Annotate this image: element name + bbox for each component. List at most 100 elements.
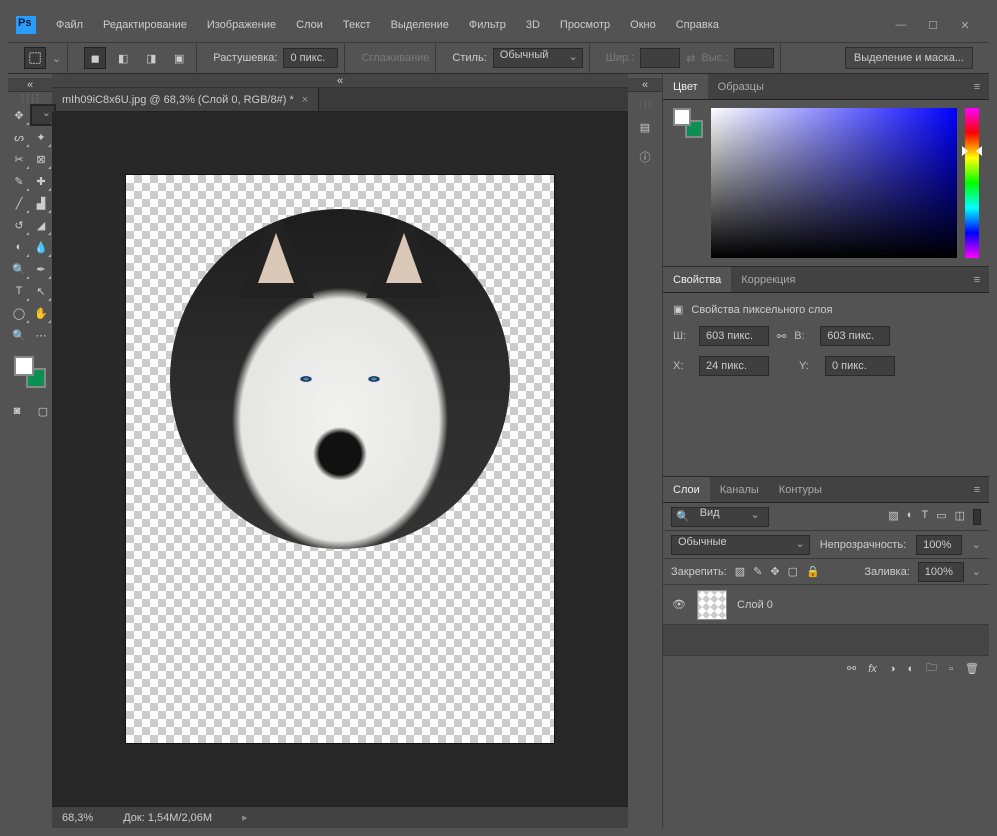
link-wh-icon[interactable]: ⚯ — [777, 330, 786, 343]
eyedropper-tool[interactable]: ✎ — [8, 170, 30, 192]
lock-transparent-icon[interactable]: ▨ — [735, 565, 745, 578]
menu-select[interactable]: Выделение — [383, 16, 457, 34]
filter-smart-icon[interactable]: ◫ — [955, 509, 965, 525]
stamp-tool[interactable]: ▟ — [30, 192, 52, 214]
color-field[interactable] — [711, 108, 957, 258]
delete-layer-icon[interactable]: 🗑 — [965, 662, 979, 675]
tab-color[interactable]: Цвет — [663, 74, 708, 99]
move-tool[interactable]: ✥ — [8, 104, 30, 126]
tools-collapse-icon[interactable]: « — [8, 78, 52, 92]
hue-slider[interactable] — [965, 108, 979, 258]
link-layers-icon[interactable]: ⚯ — [847, 662, 856, 675]
blend-mode-select[interactable]: Обычные — [671, 535, 810, 555]
menu-type[interactable]: Текст — [335, 16, 379, 34]
style-select[interactable]: Обычный — [493, 48, 583, 68]
tab-paths[interactable]: Контуры — [769, 477, 832, 502]
w-input[interactable]: 603 пикс. — [699, 326, 769, 346]
lock-all-icon[interactable]: 🔒 — [806, 565, 820, 578]
layer-visibility-icon[interactable]: 👁 — [671, 598, 687, 611]
quick-select-tool[interactable]: ✦ — [30, 126, 52, 148]
history-panel-icon[interactable]: ▤ — [634, 116, 656, 138]
close-tab-icon[interactable]: × — [302, 94, 308, 106]
info-panel-icon[interactable]: ⓘ — [634, 146, 656, 168]
document-tab[interactable]: mIh09iC8x6U.jpg @ 68,3% (Слой 0, RGB/8#)… — [52, 88, 319, 111]
filter-shape-icon[interactable]: ▭ — [936, 509, 946, 525]
zoom-readout[interactable]: 68,3% — [62, 812, 93, 824]
layer-fx-icon[interactable]: fx — [868, 663, 877, 675]
history-brush-tool[interactable]: ↺ — [8, 214, 30, 236]
healing-tool[interactable]: ✚ — [30, 170, 52, 192]
canvas-viewport[interactable] — [52, 112, 628, 806]
edit-toolbar[interactable]: ⋯ — [30, 324, 52, 346]
type-tool[interactable]: T — [8, 280, 30, 302]
quick-mask-icon[interactable]: ◙ — [6, 400, 28, 422]
menu-3d[interactable]: 3D — [518, 16, 548, 34]
minimize-button[interactable]: — — [885, 15, 917, 35]
crop-tool[interactable]: ✂ — [8, 148, 30, 170]
current-tool-icon[interactable] — [24, 47, 46, 69]
y-input[interactable]: 0 пикс. — [825, 356, 895, 376]
tab-swatches[interactable]: Образцы — [708, 74, 774, 99]
lock-pixels-icon[interactable]: ✎ — [753, 565, 762, 578]
menu-image[interactable]: Изображение — [199, 16, 284, 34]
menu-window[interactable]: Окно — [622, 16, 664, 34]
menu-filter[interactable]: Фильтр — [461, 16, 514, 34]
lock-position-icon[interactable]: ✥ — [770, 565, 779, 578]
foreground-color-swatch[interactable] — [14, 356, 34, 376]
tab-layers[interactable]: Слои — [663, 477, 710, 502]
frame-tool[interactable]: ⊠ — [30, 148, 52, 170]
new-group-icon[interactable]: 🗀 — [926, 659, 937, 678]
selection-new-icon[interactable]: ◼ — [84, 47, 106, 69]
layer-row[interactable]: 👁 Слой 0 — [663, 585, 989, 625]
canvas[interactable] — [126, 175, 554, 743]
opacity-input[interactable]: 100% — [916, 535, 962, 555]
tool-preset-chevron-icon[interactable]: ⌄ — [52, 52, 61, 65]
screen-mode-icon[interactable]: ▢ — [32, 400, 54, 422]
close-button[interactable]: ✕ — [949, 15, 981, 35]
dodge-tool[interactable]: 🔍 — [8, 258, 30, 280]
filter-pixel-icon[interactable]: ▨ — [888, 509, 898, 525]
opacity-chevron-icon[interactable]: ⌄ — [972, 538, 981, 551]
layers-panel-menu-icon[interactable]: ≡ — [965, 477, 989, 502]
menu-help[interactable]: Справка — [668, 16, 727, 34]
menu-edit[interactable]: Редактирование — [95, 16, 195, 34]
fill-input[interactable]: 100% — [918, 562, 964, 582]
layer-thumbnail[interactable] — [697, 590, 727, 620]
h-input[interactable]: 603 пикс. — [820, 326, 890, 346]
layer-name[interactable]: Слой 0 — [737, 599, 773, 611]
selection-subtract-icon[interactable]: ◨ — [140, 47, 162, 69]
shape-tool[interactable]: ◯ — [8, 302, 30, 324]
eraser-tool[interactable]: ◢ — [30, 214, 52, 236]
zoom-tool[interactable]: 🔍 — [8, 324, 30, 346]
menu-layers[interactable]: Слои — [288, 16, 331, 34]
color-panel-menu-icon[interactable]: ≡ — [965, 74, 989, 99]
docarea-collapse-icon[interactable]: « — [52, 74, 628, 88]
filter-adjust-icon[interactable]: ◐ — [907, 509, 914, 525]
maximize-button[interactable]: ☐ — [917, 15, 949, 35]
layer-filter-select[interactable]: Вид — [694, 507, 764, 527]
doc-info[interactable]: Док: 1,54M/2,06M — [123, 812, 212, 824]
tab-channels[interactable]: Каналы — [710, 477, 769, 502]
midstrip-collapse-icon[interactable]: « — [628, 78, 662, 92]
x-input[interactable]: 24 пикс. — [699, 356, 769, 376]
blur-tool[interactable]: 💧 — [30, 236, 52, 258]
hand-tool[interactable]: ✋ — [30, 302, 52, 324]
new-layer-icon[interactable]: ▫ — [949, 663, 953, 675]
new-fill-adjust-icon[interactable]: ◐ — [907, 663, 914, 675]
tab-adjustments[interactable]: Коррекция — [731, 267, 805, 292]
gradient-tool[interactable]: ◐ — [8, 236, 30, 258]
props-panel-menu-icon[interactable]: ≡ — [965, 267, 989, 292]
feather-input[interactable]: 0 пикс. — [283, 48, 338, 68]
select-and-mask-button[interactable]: Выделение и маска... — [845, 47, 973, 69]
layer-filter-kind[interactable]: 🔍 Вид — [671, 507, 769, 527]
tab-properties[interactable]: Свойства — [663, 267, 731, 292]
lock-artboard-icon[interactable]: ▢ — [788, 565, 798, 578]
brush-tool[interactable]: ╱ — [8, 192, 30, 214]
filter-toggle-icon[interactable] — [973, 509, 981, 525]
layer-mask-icon[interactable]: ◑ — [889, 663, 896, 675]
panel-fg-swatch[interactable] — [673, 108, 691, 126]
color-swatches[interactable] — [14, 356, 46, 388]
selection-intersect-icon[interactable]: ▣ — [168, 47, 190, 69]
path-select-tool[interactable]: ↖ — [30, 280, 52, 302]
selection-add-icon[interactable]: ◧ — [112, 47, 134, 69]
